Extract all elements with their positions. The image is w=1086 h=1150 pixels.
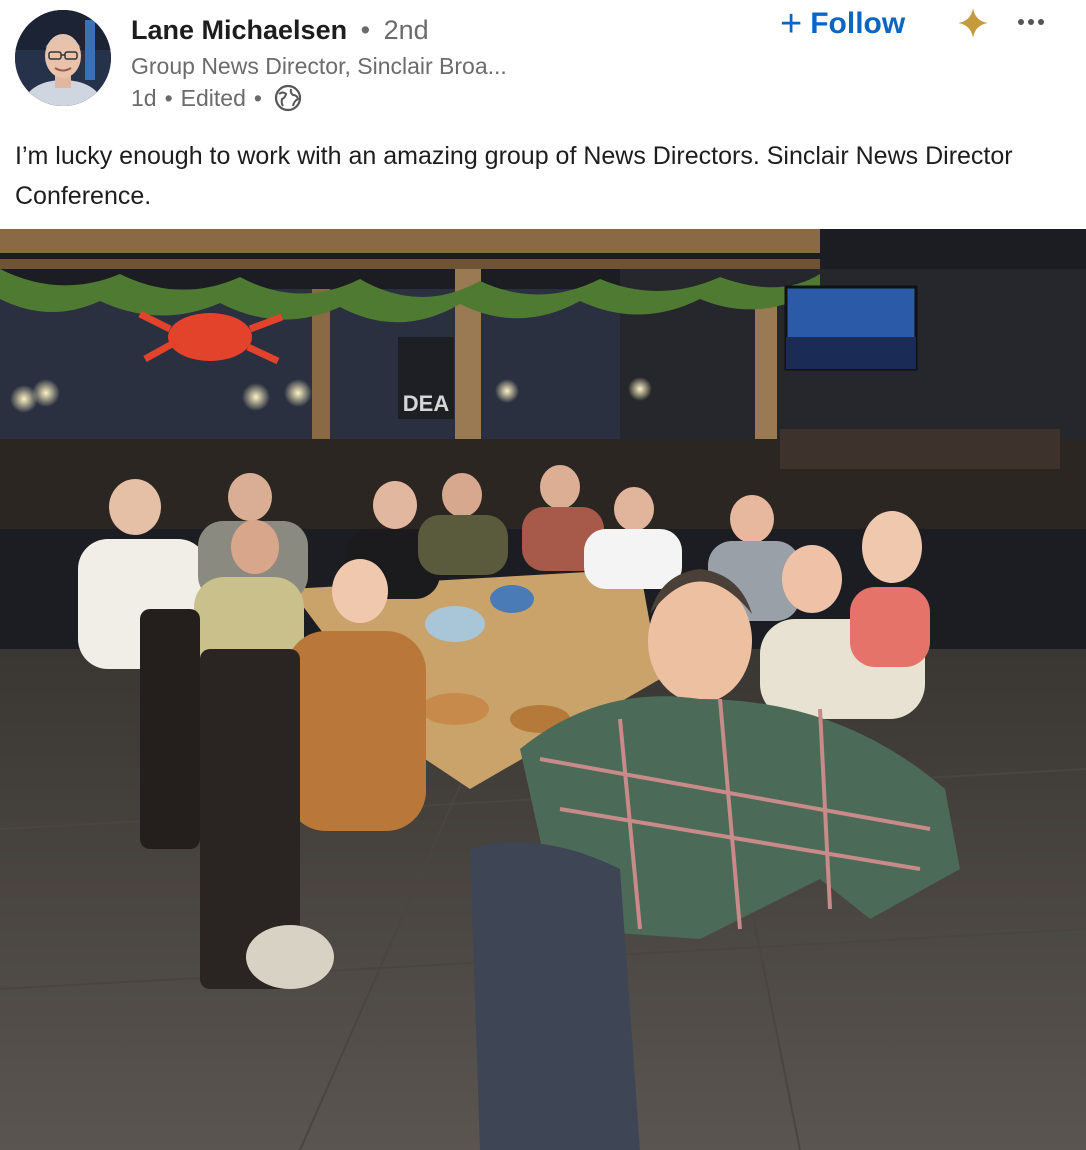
name-separator: •: [360, 15, 371, 45]
post-meta: 1d • Edited •: [131, 84, 302, 112]
more-dot: [1038, 19, 1044, 25]
follow-button[interactable]: + Follow: [780, 4, 905, 44]
globe-icon: [274, 84, 302, 112]
wall-sign-text: DEA: [403, 391, 450, 416]
plus-icon: +: [780, 3, 803, 45]
more-dot: [1018, 19, 1024, 25]
meta-separator: •: [253, 85, 262, 111]
more-options-icon[interactable]: [1018, 10, 1054, 34]
author-name[interactable]: Lane Michaelsen: [131, 15, 347, 45]
follow-label: Follow: [810, 7, 906, 40]
post-time: 1d: [131, 85, 157, 111]
post-text: I’m lucky enough to work with an amazing…: [15, 142, 1013, 210]
connection-degree: 2nd: [383, 15, 429, 45]
sparkle-icon[interactable]: [956, 6, 990, 40]
post-header: Lane Michaelsen • 2nd Group News Directo…: [0, 0, 1086, 120]
edited-label: Edited: [180, 85, 246, 111]
restaurant-group-photo: DEA: [0, 229, 1086, 1150]
post-photo[interactable]: DEA: [0, 229, 1086, 1150]
author-name-line: Lane Michaelsen • 2nd: [131, 14, 429, 46]
more-dot: [1028, 19, 1034, 25]
author-headline: Group News Director, Sinclair Broa...: [131, 53, 507, 79]
author-avatar-image: [15, 10, 111, 106]
author-avatar[interactable]: [15, 10, 111, 106]
meta-separator: •: [164, 85, 173, 111]
